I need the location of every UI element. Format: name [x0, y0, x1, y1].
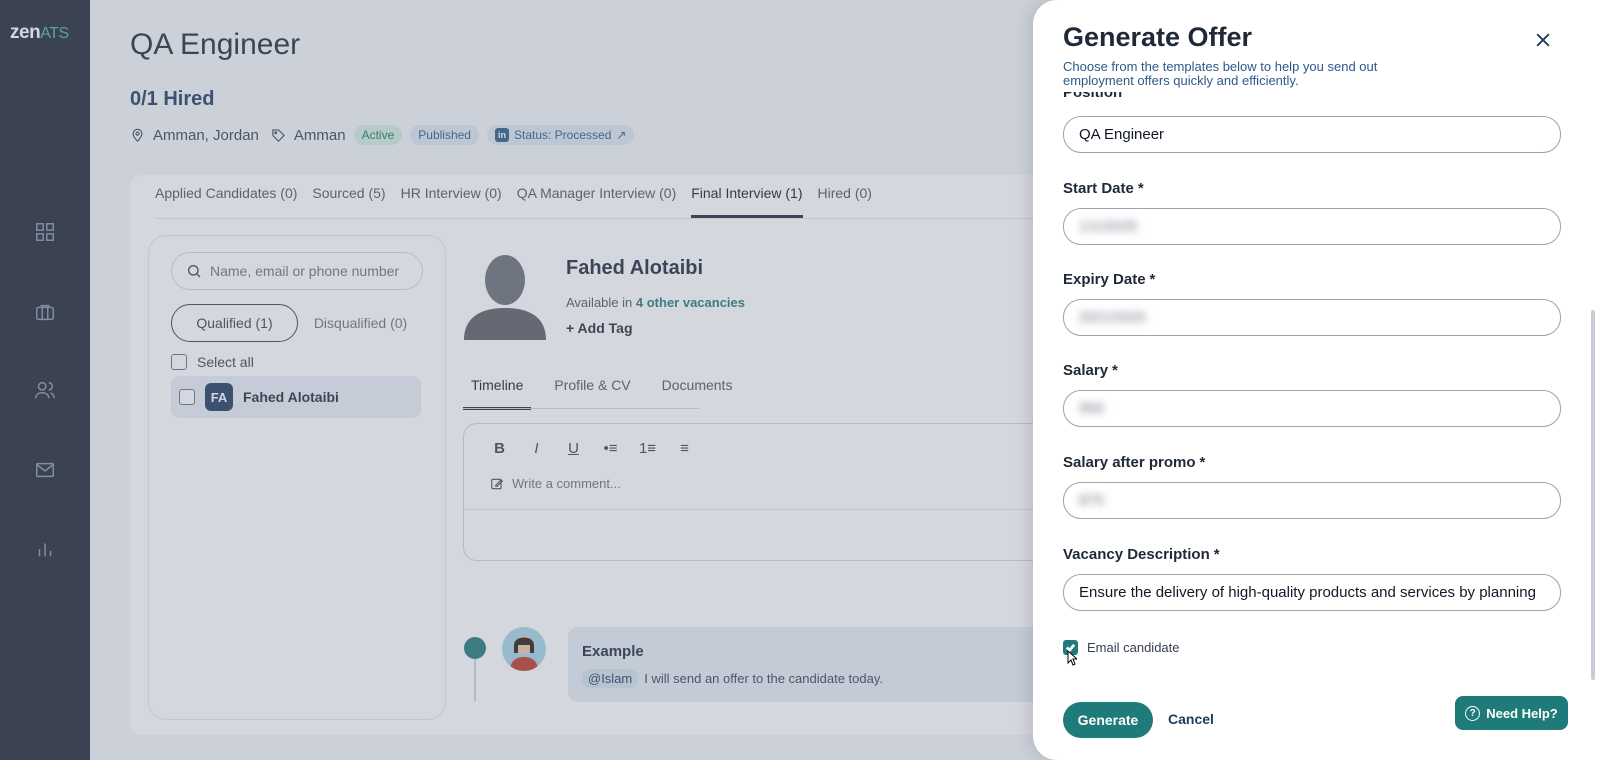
- salary-label: Salary *: [1063, 362, 1118, 379]
- email-candidate-option[interactable]: Email candidate: [1063, 640, 1180, 655]
- cancel-button[interactable]: Cancel: [1168, 711, 1214, 727]
- modal-title: Generate Offer: [1063, 22, 1253, 52]
- generate-button[interactable]: Generate: [1063, 702, 1153, 738]
- generate-offer-modal: Generate Offer Choose from the templates…: [1033, 0, 1600, 760]
- need-help-button[interactable]: ? Need Help?: [1455, 696, 1568, 730]
- email-candidate-label: Email candidate: [1087, 640, 1180, 655]
- salary-field[interactable]: 950: [1063, 390, 1561, 427]
- position-label: Position: [1063, 92, 1123, 101]
- modal-subtitle: Choose from the templates below to help …: [1063, 59, 1378, 88]
- start-date-label: Start Date *: [1063, 180, 1144, 197]
- position-field[interactable]: QA Engineer: [1063, 116, 1561, 153]
- need-help-label: Need Help?: [1486, 705, 1558, 721]
- salary-after-promo-label: Salary after promo *: [1063, 454, 1206, 471]
- salary-after-promo-field[interactable]: 875: [1063, 482, 1561, 519]
- close-icon[interactable]: [1533, 30, 1555, 52]
- start-date-field[interactable]: 1/1/2025: [1063, 208, 1561, 245]
- modal-scrollbar[interactable]: [1591, 310, 1595, 680]
- expiry-date-label: Expiry Date *: [1063, 271, 1156, 288]
- mouse-cursor-icon: [1067, 650, 1077, 666]
- vacancy-description-label: Vacancy Description *: [1063, 546, 1220, 563]
- expiry-date-field[interactable]: 20/1/2025: [1063, 299, 1561, 336]
- help-icon: ?: [1465, 705, 1481, 721]
- vacancy-description-field[interactable]: Ensure the delivery of high-quality prod…: [1063, 574, 1561, 611]
